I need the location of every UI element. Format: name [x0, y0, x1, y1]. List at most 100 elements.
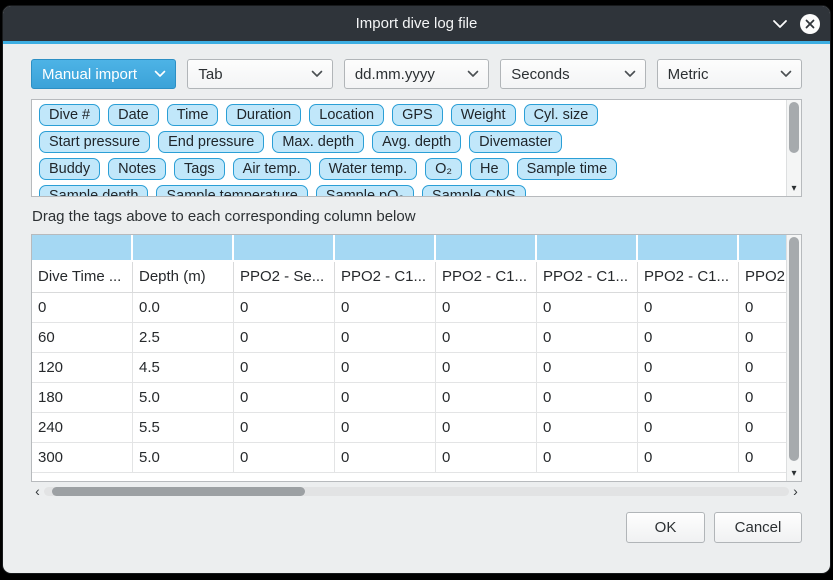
preview-table-inner: Dive Time ...Depth (m)PPO2 - Se...PPO2 -… [32, 235, 787, 481]
tag-avg-depth[interactable]: Avg. depth [372, 131, 461, 153]
column-header-row: Dive Time ...Depth (m)PPO2 - Se...PPO2 -… [32, 262, 787, 293]
tag-sample-cns[interactable]: Sample CNS [422, 185, 526, 196]
column-drop-cell[interactable] [335, 235, 434, 260]
titlebar[interactable]: Import dive log file [3, 6, 830, 41]
tag-weight[interactable]: Weight [451, 104, 516, 126]
units-select[interactable]: Metric [657, 59, 802, 89]
tag-scrollbar[interactable]: ▾ [786, 100, 801, 196]
table-cell: 0 [436, 383, 537, 413]
shade-button[interactable] [772, 19, 788, 29]
table-cell: 0 [234, 443, 335, 473]
table-cell: 0 [335, 383, 436, 413]
table-cell: 0 [638, 293, 739, 323]
column-header[interactable]: PPO2 - Se... [234, 262, 335, 292]
table-cell: 0 [537, 413, 638, 443]
table-cell: 0 [739, 293, 787, 323]
scroll-right-arrow-icon[interactable]: › [789, 484, 802, 499]
table-cell: 120 [32, 353, 133, 383]
table-hscrollbar[interactable]: ‹ › [31, 484, 802, 499]
scrollbar-thumb[interactable] [789, 237, 799, 461]
import-dialog-window: Import dive log file Manual import [2, 5, 831, 574]
column-drop-cell[interactable] [537, 235, 636, 260]
tag-date[interactable]: Date [108, 104, 159, 126]
tag-notes[interactable]: Notes [108, 158, 166, 180]
scroll-down-arrow-icon[interactable]: ▾ [787, 182, 801, 196]
tag-sample-depth[interactable]: Sample depth [39, 185, 148, 196]
field-separator-select[interactable]: Tab [187, 59, 332, 89]
tag-start-pressure[interactable]: Start pressure [39, 131, 150, 153]
tag-divemaster[interactable]: Divemaster [469, 131, 562, 153]
tag-sample-time[interactable]: Sample time [517, 158, 618, 180]
tag-sample-temperature[interactable]: Sample temperature [156, 185, 307, 196]
column-drop-cell[interactable] [133, 235, 232, 260]
table-cell: 180 [32, 383, 133, 413]
tag-gps[interactable]: GPS [392, 104, 443, 126]
tag-duration[interactable]: Duration [226, 104, 301, 126]
tag-buddy[interactable]: Buddy [39, 158, 100, 180]
tag-location[interactable]: Location [309, 104, 384, 126]
ok-button[interactable]: OK [626, 512, 705, 543]
table-cell: 0 [739, 383, 787, 413]
import-type-select[interactable]: Manual import [31, 59, 176, 89]
close-icon [800, 14, 820, 34]
column-drop-cell[interactable] [739, 235, 787, 260]
table-cell: 0 [436, 413, 537, 443]
column-header[interactable]: PPO2 - C1... [436, 262, 537, 292]
tag-time[interactable]: Time [167, 104, 219, 126]
table-row: 1805.0000000 [32, 383, 787, 413]
chevron-down-icon [311, 70, 323, 78]
field-separator-value: Tab [198, 66, 222, 83]
tag-row: Dive # Date Time Duration Location GPS Weight C… [39, 104, 779, 126]
column-drop-cell[interactable] [234, 235, 333, 260]
column-header[interactable]: PPO2 - C1... [537, 262, 638, 292]
scrollbar-thumb[interactable] [789, 102, 799, 153]
tag-water-temp[interactable]: Water temp. [319, 158, 417, 180]
table-cell: 0 [436, 293, 537, 323]
table-cell: 0 [537, 323, 638, 353]
table-cell: 4.5 [133, 353, 234, 383]
tag-air-temp[interactable]: Air temp. [233, 158, 311, 180]
column-drop-cell[interactable] [436, 235, 535, 260]
tag-end-pressure[interactable]: End pressure [158, 131, 264, 153]
tag-dive[interactable]: Dive # [39, 104, 100, 126]
duration-format-select[interactable]: Seconds [500, 59, 645, 89]
scroll-down-arrow-icon[interactable]: ▾ [787, 467, 801, 481]
column-header[interactable]: Depth (m) [133, 262, 234, 292]
tag-o[interactable]: O₂ [425, 158, 462, 180]
date-format-value: dd.mm.yyyy [355, 66, 435, 83]
scroll-left-arrow-icon[interactable]: ‹ [31, 484, 44, 499]
table-vscrollbar[interactable]: ▾ [786, 235, 801, 481]
column-header[interactable]: PPO2 - C1... [335, 262, 436, 292]
tag-max-depth[interactable]: Max. depth [272, 131, 364, 153]
drag-hint-label: Drag the tags above to each correspondin… [32, 208, 802, 225]
table-cell: 0 [638, 413, 739, 443]
column-header[interactable]: Dive Time ... [32, 262, 133, 292]
column-drop-cell[interactable] [638, 235, 737, 260]
chevron-down-icon [772, 19, 788, 29]
table-cell: 0 [234, 323, 335, 353]
table-cell: 0 [335, 353, 436, 383]
hscroll-track[interactable] [44, 487, 789, 496]
table-cell: 0 [335, 413, 436, 443]
preview-table: Dive Time ...Depth (m)PPO2 - Se...PPO2 -… [31, 234, 802, 482]
table-row: 1204.5000000 [32, 353, 787, 383]
table-cell: 2.5 [133, 323, 234, 353]
dialog-content: Manual import Tab dd.mm.yyyy Seconds [3, 44, 830, 573]
scrollbar-thumb[interactable] [52, 487, 305, 496]
tag-cyl-size[interactable]: Cyl. size [524, 104, 599, 126]
column-drop-cell[interactable] [32, 235, 131, 260]
close-button[interactable] [800, 14, 820, 34]
date-format-select[interactable]: dd.mm.yyyy [344, 59, 489, 89]
tag-he[interactable]: He [470, 158, 509, 180]
table-cell: 0 [638, 353, 739, 383]
titlebar-buttons [772, 6, 820, 41]
tag-tags[interactable]: Tags [174, 158, 225, 180]
column-header[interactable]: PPO2 - C1... [638, 262, 739, 292]
table-cell: 0 [537, 383, 638, 413]
column-header[interactable]: PPO2 - C1... [739, 262, 787, 292]
column-drop-row [32, 235, 787, 260]
cancel-button[interactable]: Cancel [714, 512, 802, 543]
tag-sample-po[interactable]: Sample pO₂ [316, 185, 414, 196]
tag-row: Start pressure End pressure Max. depth Avg.… [39, 131, 779, 153]
table-cell: 0 [436, 353, 537, 383]
